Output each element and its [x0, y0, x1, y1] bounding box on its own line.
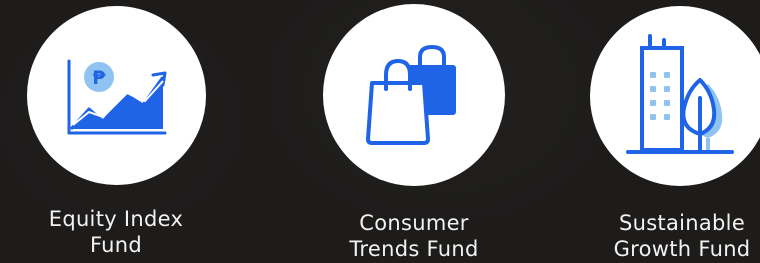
shopping-bags-icon	[366, 44, 456, 145]
fund-label-line1: Sustainable	[618, 211, 746, 235]
fund-label-line1: Equity Index	[48, 207, 184, 231]
fund-card-consumer-trends[interactable]: Consumer Trends Fund	[282, 0, 522, 263]
green-building-tree-icon	[626, 34, 734, 154]
fund-label-line1: Consumer	[359, 211, 469, 235]
fund-label-line2: Growth Fund	[613, 237, 751, 261]
fund-label: Sustainable Growth Fund	[562, 210, 760, 262]
svg-text:₱: ₱	[92, 67, 106, 89]
icon-circle: ₱	[27, 6, 206, 185]
fund-label-line2: Fund	[89, 233, 143, 257]
fund-label-line2: Trends Fund	[349, 237, 479, 261]
fund-label: Consumer Trends Fund	[294, 210, 534, 262]
icon-circle	[590, 6, 760, 186]
fund-label: Equity Index Fund	[0, 206, 236, 258]
fund-card-equity-index[interactable]: ₱ Equity Index Fund	[0, 0, 236, 263]
icon-circle	[323, 4, 505, 186]
fund-card-sustainable-growth[interactable]: Sustainable Growth Fund	[532, 0, 760, 263]
peso-growth-chart-icon: ₱	[67, 59, 166, 134]
